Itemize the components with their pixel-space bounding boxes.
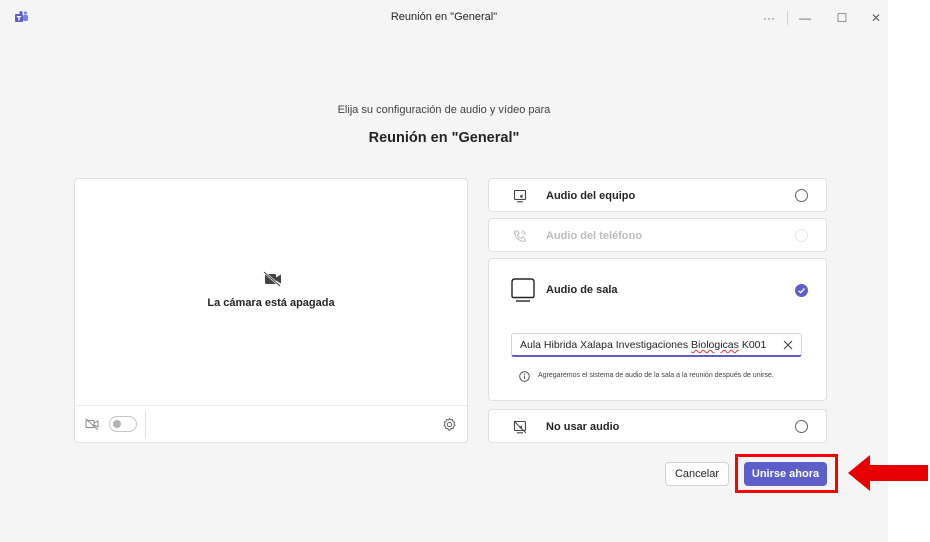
title-bar-divider: [787, 11, 788, 25]
camera-off-icon: [85, 418, 99, 430]
highlight-box: [735, 454, 838, 493]
more-options-button[interactable]: ···: [756, 6, 782, 30]
room-name-value: Aula Hibrida Xalapa Investigaciones Biol…: [520, 339, 767, 351]
audio-option-computer[interactable]: Audio del equipo: [488, 178, 827, 212]
audio-option-room[interactable]: Audio de sala: [488, 258, 827, 322]
minimize-button[interactable]: —: [792, 6, 818, 30]
camera-off-icon: [263, 271, 281, 287]
audio-option-label: No usar audio: [546, 421, 620, 433]
computer-audio-icon: [513, 189, 527, 203]
radio-button: [795, 229, 808, 242]
cancel-button[interactable]: Cancelar: [665, 462, 729, 486]
selected-check-icon[interactable]: [795, 284, 808, 297]
no-audio-icon: [513, 420, 527, 434]
room-audio-icon: [511, 278, 535, 302]
camera-toggle[interactable]: [109, 416, 137, 432]
red-arrow-icon: [848, 455, 928, 491]
audio-option-label: Audio del equipo: [546, 190, 636, 202]
info-icon: [519, 371, 530, 382]
room-name-field[interactable]: Aula Hibrida Xalapa Investigaciones Biol…: [511, 333, 802, 357]
maximize-button[interactable]: ☐: [829, 6, 855, 30]
close-icon[interactable]: [781, 338, 795, 352]
audio-option-label: Audio de sala: [546, 284, 618, 296]
title-bar: Reunión en "General" ··· — ☐ ✕: [0, 0, 888, 36]
camera-status-text: La cámara está apagada: [207, 297, 335, 309]
audio-option-none[interactable]: No usar audio: [488, 409, 827, 443]
close-button[interactable]: ✕: [863, 6, 889, 30]
gear-icon[interactable]: [442, 417, 457, 432]
room-details-panel: Aula Hibrida Xalapa Investigaciones Biol…: [488, 321, 827, 401]
config-subtitle: Elija su configuración de audio y vídeo …: [337, 104, 551, 116]
room-info-text: Agregaremos el sistema de audio de la sa…: [538, 372, 774, 379]
radio-button[interactable]: [795, 420, 808, 433]
radio-button[interactable]: [795, 189, 808, 202]
toolbar-divider: [145, 411, 146, 439]
audio-option-label: Audio del teléfono: [546, 230, 642, 242]
audio-option-phone: Audio del teléfono: [488, 218, 827, 252]
phone-icon: [513, 230, 526, 243]
meeting-title: Reunión en "General": [368, 130, 520, 146]
window-title: Reunión en "General": [390, 11, 498, 23]
video-preview: La cámara está apagada: [74, 178, 468, 443]
preview-toolbar: [75, 405, 467, 443]
